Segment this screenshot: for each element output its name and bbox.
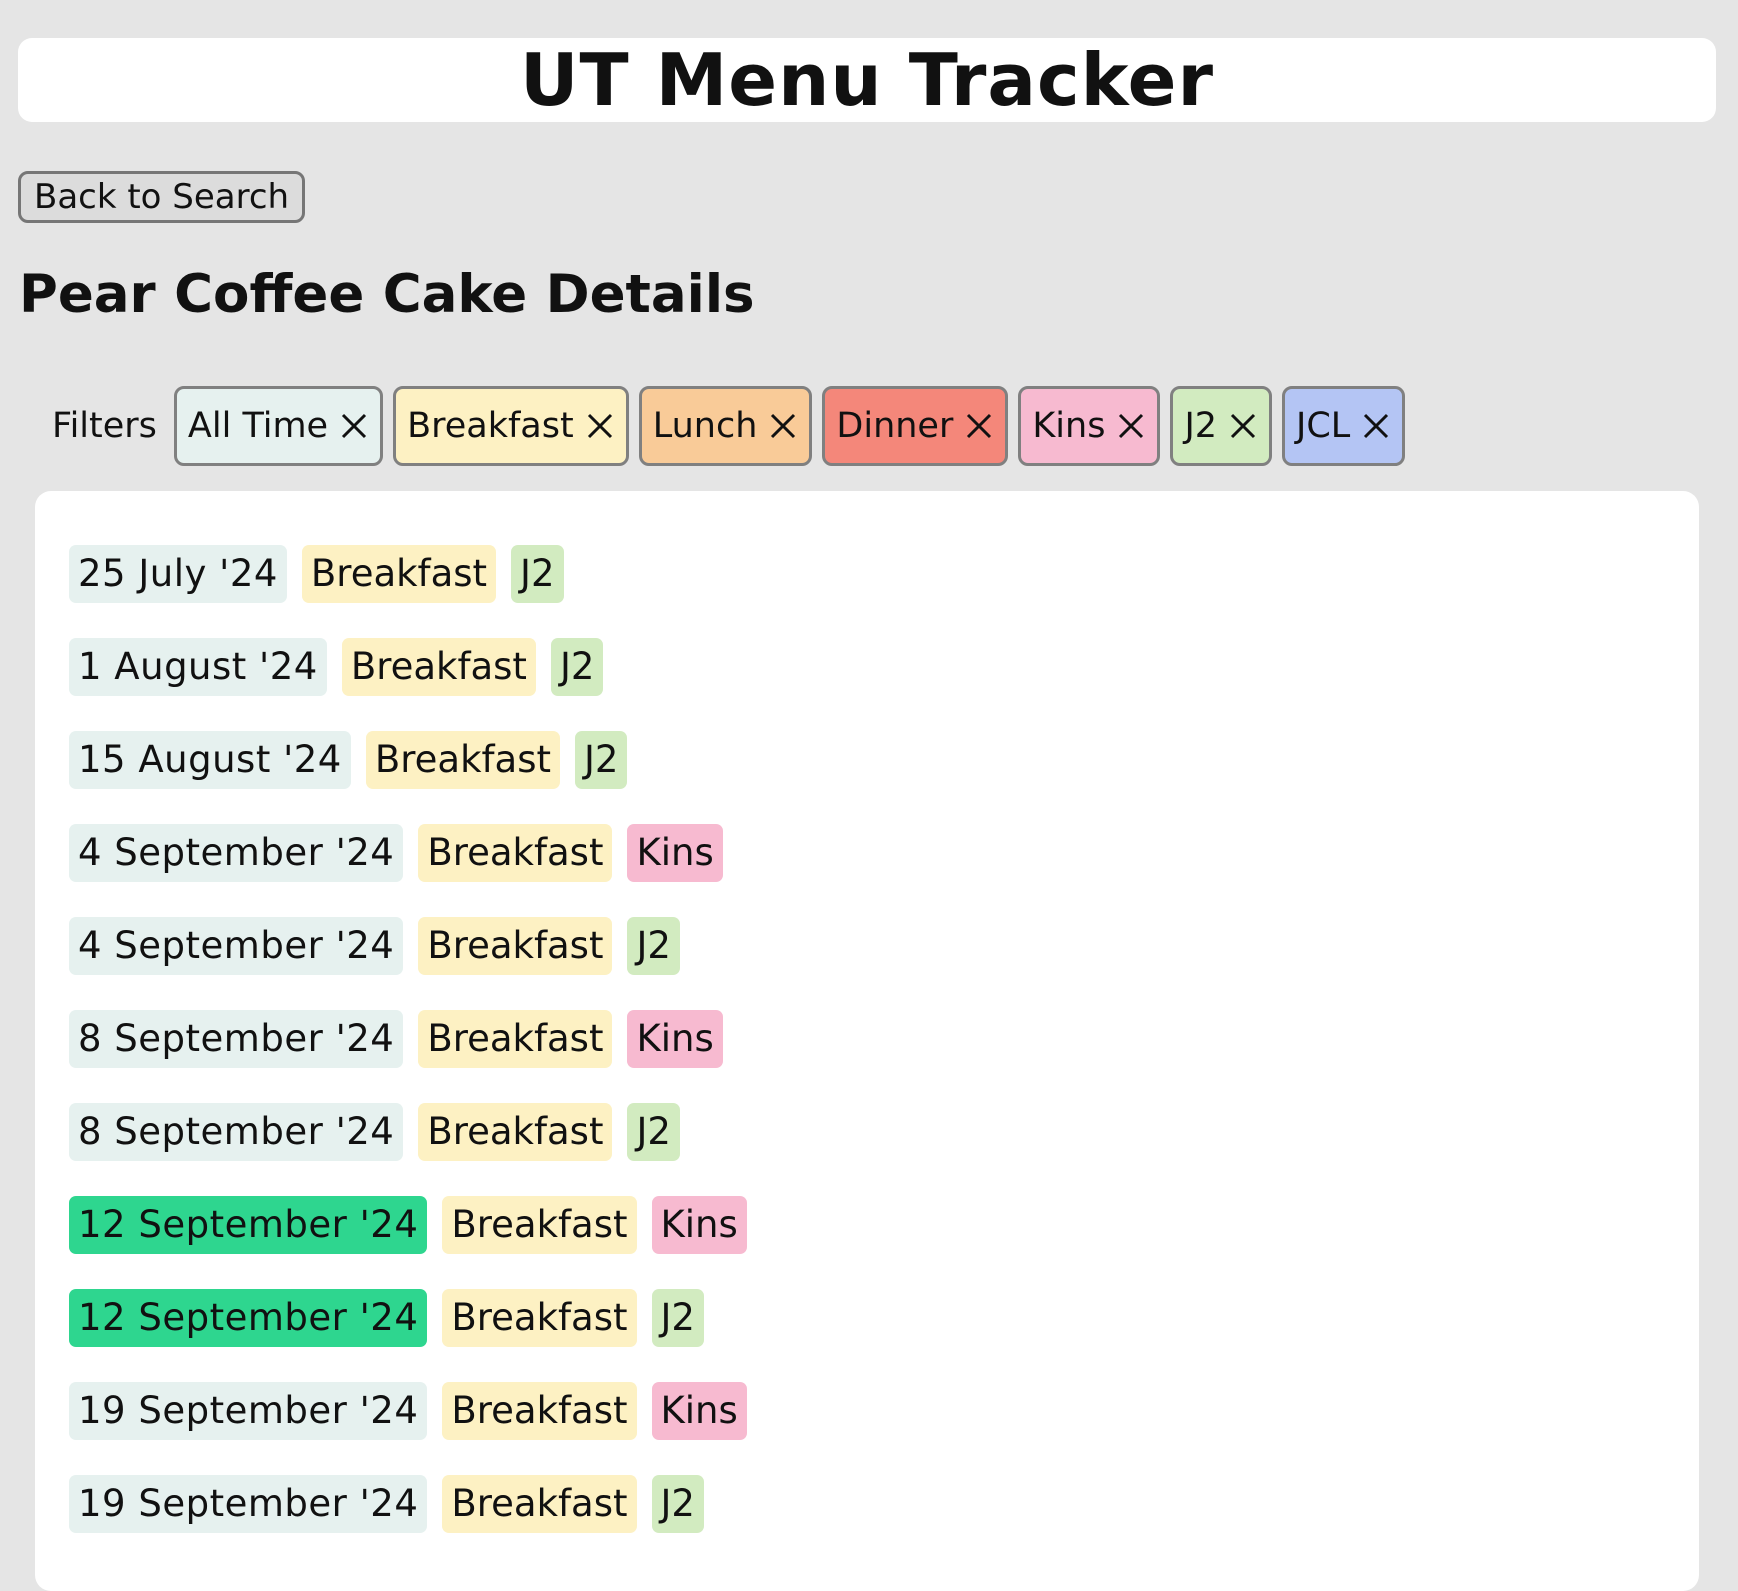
entry-location-tag: Kins [627, 824, 723, 882]
app-header: UT Menu Tracker [18, 38, 1716, 122]
entry-meal-tag: Breakfast [442, 1475, 637, 1533]
entry-list: 25 July '24 Breakfast J2 1 August '24 Breakf… [69, 545, 762, 1568]
filter-chip-label: Dinner [836, 406, 954, 446]
close-icon[interactable] [1360, 410, 1392, 442]
back-to-search-button[interactable]: Back to Search [18, 171, 306, 223]
entry-date-tag: 4 September '24 [69, 917, 404, 975]
close-icon[interactable] [767, 410, 799, 442]
entry-row: 15 August '24 Breakfast J2 [69, 731, 762, 824]
page-title: Pear Coffee Cake Details [19, 264, 755, 325]
entry-meal-tag: Breakfast [442, 1196, 637, 1254]
filter-chip-label: Breakfast [407, 406, 574, 446]
filter-chip-label: JCL [1296, 406, 1351, 446]
entry-row: 25 July '24 Breakfast J2 [69, 545, 762, 638]
filter-chip-label: J2 [1184, 406, 1218, 446]
close-icon[interactable] [1227, 410, 1259, 442]
close-icon[interactable] [338, 410, 370, 442]
entry-location-tag: J2 [574, 731, 628, 789]
entry-date-tag: 1 August '24 [69, 638, 327, 696]
entry-date-tag: 19 September '24 [69, 1382, 428, 1440]
close-icon[interactable] [1115, 410, 1147, 442]
filter-chip-j2[interactable]: J2 [1170, 386, 1273, 466]
filter-chip-breakfast[interactable]: Breakfast [393, 386, 629, 466]
entry-meal-tag: Breakfast [365, 731, 560, 789]
entry-location-tag: Kins [651, 1196, 747, 1254]
filter-bar: Filters All Time Breakfast Lunch Dinner Kins… [52, 386, 1415, 466]
filter-chip-kins[interactable]: Kins [1018, 386, 1161, 466]
filter-chip-lunch[interactable]: Lunch [638, 386, 813, 466]
close-icon[interactable] [584, 410, 616, 442]
filter-chip-all-time[interactable]: All Time [173, 386, 384, 466]
entry-meal-tag: Breakfast [442, 1289, 637, 1347]
entry-location-tag: J2 [627, 917, 680, 975]
entry-date-tag: 8 September '24 [69, 1103, 404, 1161]
entry-row: 12 September '24 Breakfast J2 [69, 1289, 762, 1382]
entry-location-tag: J2 [651, 1475, 704, 1533]
filters-label: Filters [52, 406, 157, 446]
filter-chip-jcl[interactable]: JCL [1282, 386, 1406, 466]
entry-date-tag: 12 September '24 [69, 1289, 428, 1347]
entry-row: 19 September '24 Breakfast Kins [69, 1382, 762, 1475]
entry-location-tag: Kins [651, 1382, 747, 1440]
entry-row: 19 September '24 Breakfast J2 [69, 1475, 762, 1568]
filter-chip-dinner[interactable]: Dinner [822, 386, 1009, 466]
entry-meal-tag: Breakfast [418, 1103, 613, 1161]
entry-meal-tag: Breakfast [341, 638, 536, 696]
entry-row: 12 September '24 Breakfast Kins [69, 1196, 762, 1289]
entry-date-tag: 4 September '24 [69, 824, 404, 882]
entry-date-tag: 12 September '24 [69, 1196, 428, 1254]
entry-date-tag: 8 September '24 [69, 1010, 404, 1068]
results-panel: 25 July '24 Breakfast J2 1 August '24 Breakf… [35, 491, 1699, 1591]
filter-chip-label: All Time [187, 406, 329, 446]
entry-row: 4 September '24 Breakfast J2 [69, 917, 762, 1010]
entry-location-tag: Kins [627, 1010, 723, 1068]
entry-date-tag: 15 August '24 [69, 731, 351, 789]
close-icon[interactable] [963, 410, 995, 442]
entry-row: 1 August '24 Breakfast J2 [69, 638, 762, 731]
entry-location-tag: J2 [550, 638, 604, 696]
entry-location-tag: J2 [651, 1289, 704, 1347]
entry-meal-tag: Breakfast [442, 1382, 637, 1440]
entry-meal-tag: Breakfast [301, 545, 497, 603]
entry-row: 8 September '24 Breakfast Kins [69, 1010, 762, 1103]
entry-row: 4 September '24 Breakfast Kins [69, 824, 762, 917]
filter-chip-label: Kins [1032, 406, 1106, 446]
filter-chip-list: All Time Breakfast Lunch Dinner Kins J2 JCL [173, 386, 1415, 466]
entry-date-tag: 19 September '24 [69, 1475, 428, 1533]
entry-date-tag: 25 July '24 [69, 545, 287, 603]
entry-meal-tag: Breakfast [418, 824, 613, 882]
entry-location-tag: J2 [627, 1103, 680, 1161]
entry-meal-tag: Breakfast [418, 917, 613, 975]
entry-row: 8 September '24 Breakfast J2 [69, 1103, 762, 1196]
filter-chip-label: Lunch [652, 406, 758, 446]
entry-location-tag: J2 [511, 545, 564, 603]
entry-meal-tag: Breakfast [418, 1010, 613, 1068]
app-title: UT Menu Tracker [520, 38, 1214, 122]
